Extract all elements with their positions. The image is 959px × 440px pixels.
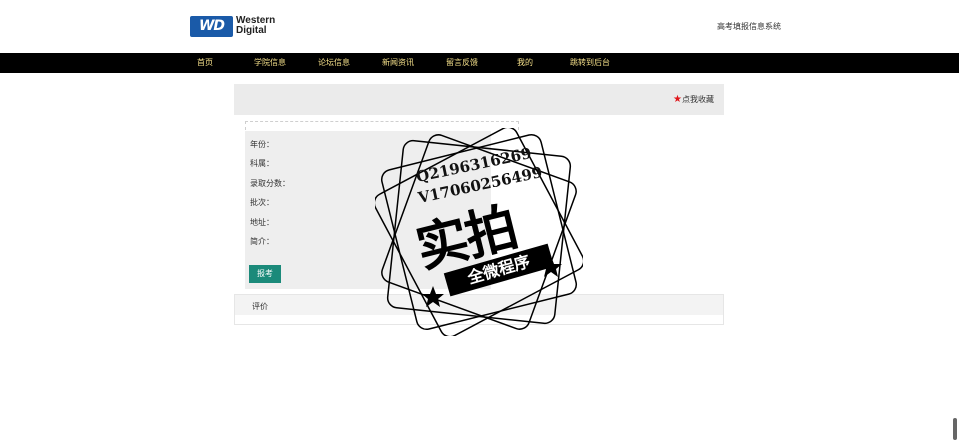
nav-item-admin[interactable]: 跳转到后台 — [570, 53, 610, 73]
field-category-label: 科属： — [250, 159, 274, 168]
field-address-label: 地址： — [250, 218, 274, 227]
collect-label: 点我收藏 — [682, 95, 714, 104]
field-batch-label: 批次： — [250, 198, 274, 207]
star-icon: ★ — [673, 94, 682, 105]
main-nav: 首页 学院信息 论坛信息 新闻资讯 留言反馈 我的 跳转到后台 — [0, 53, 959, 73]
scrollbar-thumb[interactable] — [953, 418, 957, 440]
brand-logo[interactable]: WD Western Digital — [190, 16, 286, 38]
nav-item-college-info[interactable]: 学院信息 — [254, 53, 286, 73]
nav-item-feedback[interactable]: 留言反馈 — [446, 53, 478, 73]
collect-bar: ★点我收藏 — [234, 84, 724, 115]
collect-link[interactable]: ★点我收藏 — [673, 94, 714, 105]
apply-button[interactable]: 报考 — [249, 265, 281, 283]
nav-item-home[interactable]: 首页 — [197, 53, 213, 73]
field-intro-label: 简介： — [250, 237, 274, 246]
nav-item-news[interactable]: 新闻资讯 — [382, 53, 414, 73]
watermark-stamp: Q2196316269 V17060256499 实拍 全微程序 — [373, 126, 585, 338]
field-score-label: 录取分数： — [250, 179, 290, 188]
logo-wordmark: Western Digital — [236, 16, 286, 36]
header: WD Western Digital 高考填报信息系统 — [0, 0, 959, 53]
logo-word-2: Digital — [236, 25, 267, 36]
site-title: 高考填报信息系统 — [717, 22, 781, 31]
field-year-label: 年份： — [250, 140, 274, 149]
nav-item-mine[interactable]: 我的 — [517, 53, 533, 73]
nav-item-forum[interactable]: 论坛信息 — [318, 53, 350, 73]
logo-mark: WD — [190, 16, 233, 37]
tab-review[interactable]: 评价 — [252, 301, 268, 312]
